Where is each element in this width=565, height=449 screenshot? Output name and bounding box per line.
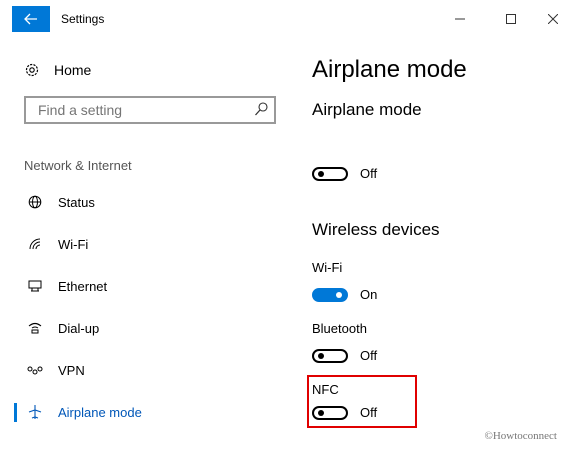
wifi-state: On <box>360 287 378 302</box>
wifi-icon <box>22 237 48 251</box>
bluetooth-state: Off <box>360 348 378 363</box>
vpn-icon <box>22 364 48 376</box>
toggle-knob <box>318 170 324 177</box>
airplane-mode-toggle-row[interactable]: Off <box>312 166 377 181</box>
ethernet-icon <box>22 279 48 293</box>
minimize-button[interactable] <box>445 8 475 30</box>
toggle-knob <box>336 291 342 298</box>
sidebar-item-status[interactable]: Status <box>14 187 284 217</box>
page-title: Airplane mode <box>312 56 467 83</box>
sidebar-item-label: Ethernet <box>58 278 108 294</box>
dialup-icon <box>22 321 48 335</box>
wifi-toggle[interactable] <box>312 287 348 302</box>
sidebar-item-label: VPN <box>58 362 85 378</box>
sidebar-item-label: Dial-up <box>58 320 100 336</box>
back-button[interactable] <box>12 6 50 32</box>
sidebar-item-vpn[interactable]: VPN <box>14 355 284 385</box>
sidebar-item-label: Airplane mode <box>58 404 142 420</box>
minimize-icon <box>455 18 465 20</box>
section-label: Network & Internet <box>24 158 132 173</box>
wireless-devices-header: Wireless devices <box>312 220 440 239</box>
nfc-state: Off <box>360 405 378 420</box>
wifi-label: Wi-Fi <box>312 260 343 275</box>
home-label: Home <box>54 62 92 78</box>
sidebar-item-ethernet[interactable]: Ethernet <box>14 271 284 301</box>
bluetooth-toggle[interactable] <box>312 348 348 363</box>
title-bar: Settings <box>0 0 565 38</box>
nfc-toggle-row[interactable]: Off <box>312 405 377 420</box>
sidebar-item-label: Wi-Fi <box>58 236 89 252</box>
sidebar-item-airplane-mode[interactable]: Airplane mode <box>14 397 284 427</box>
sidebar-item-dial-up[interactable]: Dial-up <box>14 313 284 343</box>
airplane-mode-toggle[interactable] <box>312 166 348 181</box>
airplane-icon <box>22 404 48 420</box>
close-icon <box>548 14 558 24</box>
globe-icon <box>22 195 48 209</box>
toggle-knob <box>318 352 324 359</box>
gear-icon <box>25 63 39 77</box>
home-link[interactable]: Home <box>24 62 91 78</box>
watermark: ©Howtoconnect <box>484 430 557 442</box>
sidebar-item-label: Status <box>58 194 95 210</box>
app-title: Settings <box>61 12 105 26</box>
toggle-knob <box>318 409 324 416</box>
sidebar-item-wifi[interactable]: Wi-Fi <box>14 229 284 259</box>
main-content: Airplane mode Airplane mode Off Wireless… <box>307 38 565 449</box>
nfc-toggle[interactable] <box>312 405 348 420</box>
airplane-mode-state: Off <box>360 166 378 181</box>
arrow-left-icon <box>24 13 37 25</box>
search-icon <box>255 102 268 116</box>
active-indicator <box>14 403 17 422</box>
nfc-label: NFC <box>312 382 339 397</box>
close-button[interactable] <box>538 8 565 30</box>
search-input[interactable] <box>36 101 250 119</box>
maximize-icon <box>506 14 516 24</box>
maximize-button[interactable] <box>496 8 526 30</box>
bluetooth-toggle-row[interactable]: Off <box>312 348 377 363</box>
bluetooth-label: Bluetooth <box>312 321 367 336</box>
sidebar: Home Network & Internet Status Wi-Fi <box>0 38 290 449</box>
wifi-toggle-row[interactable]: On <box>312 287 377 302</box>
airplane-mode-header: Airplane mode <box>312 100 422 119</box>
search-box[interactable] <box>24 96 276 124</box>
